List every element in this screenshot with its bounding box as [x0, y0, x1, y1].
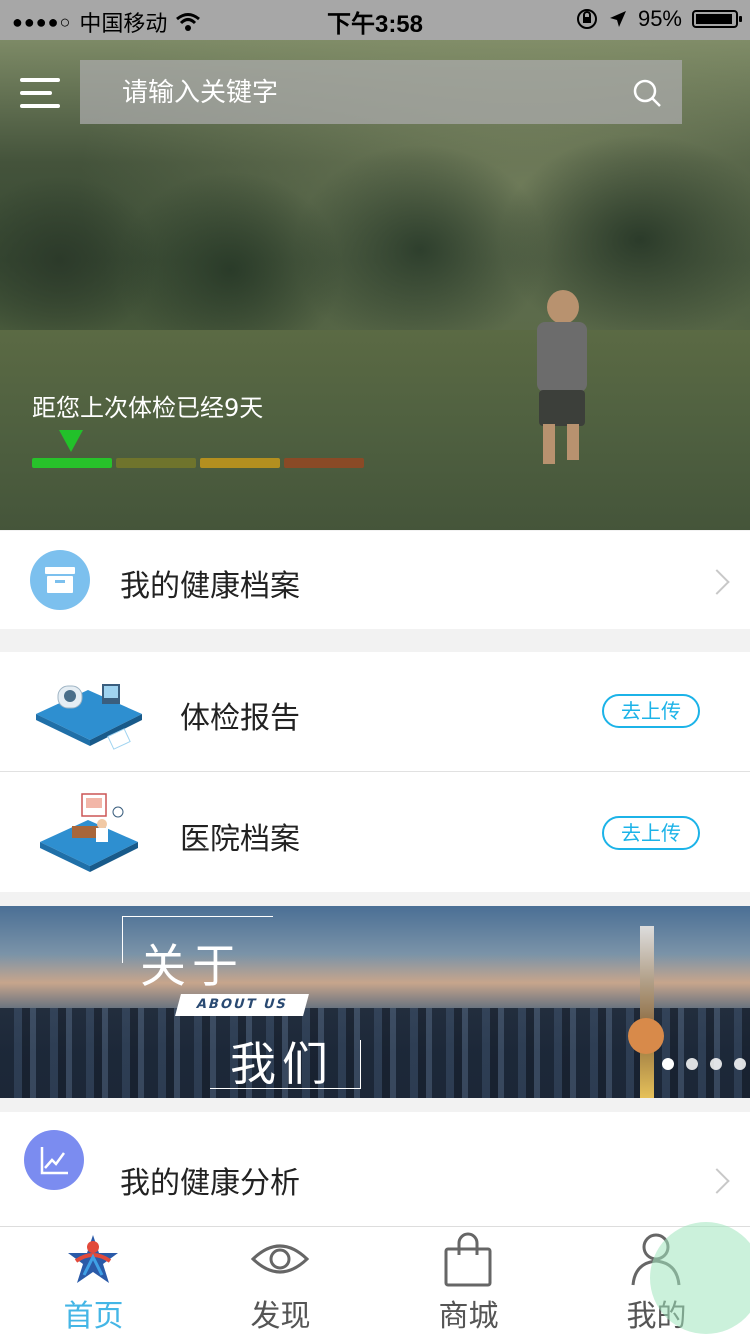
- progress-segment: [200, 458, 280, 468]
- report-label-checkup: 体检报告: [180, 701, 300, 736]
- hero-grass: [0, 330, 750, 530]
- hero-trees: [0, 100, 750, 360]
- carousel-dot[interactable]: [662, 1058, 674, 1070]
- search-icon[interactable]: [632, 78, 662, 108]
- tab-mall[interactable]: 商城: [375, 1227, 562, 1335]
- battery-percent: 95%: [637, 6, 682, 31]
- about-us-banner[interactable]: [0, 906, 750, 1098]
- tab-home[interactable]: 首页: [0, 1227, 187, 1335]
- eye-icon: [250, 1244, 310, 1274]
- doctor-office-illustration: [40, 793, 138, 872]
- archive-box-icon: [30, 550, 90, 610]
- progress-segment: [284, 458, 364, 468]
- search-bar: [80, 60, 682, 126]
- rotation-lock-icon: [576, 9, 597, 29]
- carousel-dot[interactable]: [734, 1058, 746, 1070]
- touch-indicator: [650, 1222, 750, 1334]
- chevron-right-icon: [704, 569, 730, 595]
- battery-level: [696, 14, 733, 24]
- medical-scanner-illustration: [36, 684, 142, 750]
- tab-label-discover: 发现: [250, 1299, 311, 1334]
- status-bar: ●●●●○ 中国移动 下午3:58 95%: [0, 0, 750, 40]
- progress-segment: [116, 458, 196, 468]
- banner-title-line2: 我们: [230, 1037, 334, 1091]
- shopping-bag-icon: [444, 1232, 492, 1287]
- line-chart-icon: [24, 1130, 84, 1190]
- checkup-days-text: 距您上次体检已经9天: [32, 394, 264, 422]
- running-child-figure: [525, 290, 605, 470]
- progress-segment: [32, 458, 112, 468]
- progress-pointer-icon: [59, 430, 83, 452]
- carousel-dot[interactable]: [686, 1058, 698, 1070]
- tab-label-home: 首页: [63, 1299, 124, 1334]
- checkup-progress-bar: [32, 458, 364, 468]
- location-arrow-icon: [609, 11, 626, 27]
- chevron-right-icon: [704, 1168, 730, 1194]
- report-label-hospital: 医院档案: [180, 822, 300, 857]
- status-right: 95%: [576, 6, 742, 32]
- carousel-dot[interactable]: [710, 1058, 722, 1070]
- banner-tag: ABOUT US: [175, 994, 309, 1016]
- tab-discover[interactable]: 发现: [187, 1227, 374, 1335]
- report-row-checkup[interactable]: 体检报告 去上传: [0, 652, 750, 771]
- tv-tower-sphere: [628, 1018, 664, 1054]
- upload-hospital-button[interactable]: 去上传: [602, 816, 700, 850]
- carousel-dots[interactable]: [662, 1058, 746, 1070]
- tab-label-mall: 商城: [438, 1299, 499, 1334]
- health-record-label: 我的健康档案: [120, 569, 300, 604]
- tv-tower: [640, 926, 654, 1098]
- upload-checkup-button[interactable]: 去上传: [602, 694, 700, 728]
- home-logo-icon: [68, 1235, 118, 1283]
- report-row-hospital[interactable]: 医院档案 去上传: [0, 772, 750, 892]
- hamburger-menu-icon[interactable]: [20, 78, 60, 110]
- search-input[interactable]: [120, 60, 604, 126]
- tab-bar: 首页 发现 商城 我的: [0, 1226, 750, 1335]
- health-analysis-label: 我的健康分析: [120, 1166, 300, 1201]
- reports-card: 体检报告 去上传 医院档案 去上传: [0, 652, 750, 892]
- health-record-row[interactable]: 我的健康档案: [0, 531, 750, 629]
- banner-title-line1: 关于: [140, 939, 244, 993]
- battery-icon: [692, 10, 742, 28]
- health-analysis-row[interactable]: 我的健康分析: [0, 1112, 750, 1226]
